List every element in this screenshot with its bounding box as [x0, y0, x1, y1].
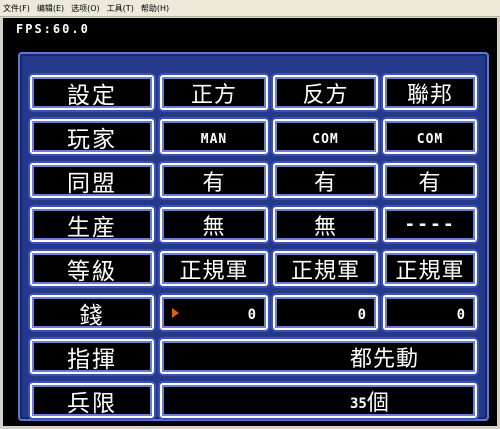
- troop-limit-value[interactable]: 35 個: [160, 383, 477, 418]
- level-value-side-b[interactable]: 正規軍: [273, 251, 378, 286]
- level-value-federation[interactable]: 正規軍: [383, 251, 477, 286]
- production-value-side-a[interactable]: 無: [160, 207, 268, 242]
- menu-bar: 文件(F) 编辑(E) 选项(O) 工具(T) 帮助(H): [0, 0, 500, 17]
- row-label-alliance: 同盟: [30, 163, 154, 198]
- emulator-window: 文件(F) 编辑(E) 选项(O) 工具(T) 帮助(H) FPS:60.0 設…: [0, 0, 500, 429]
- alliance-value-side-b[interactable]: 有: [273, 163, 378, 198]
- money-value-federation[interactable]: 0: [383, 295, 477, 330]
- menu-help[interactable]: 帮助(H): [141, 3, 169, 14]
- player-value-side-a[interactable]: MAN: [160, 119, 268, 154]
- alliance-value-side-a[interactable]: 有: [160, 163, 268, 198]
- level-value-side-a[interactable]: 正規軍: [160, 251, 268, 286]
- player-value-federation[interactable]: COM: [383, 119, 477, 154]
- money-value-side-a[interactable]: 0: [160, 295, 268, 330]
- menu-edit[interactable]: 编辑(E): [37, 3, 64, 14]
- alliance-value-federation[interactable]: 有: [383, 163, 477, 198]
- troop-limit-number: 35: [350, 395, 367, 412]
- row-label-level: 等級: [30, 251, 154, 286]
- player-value-side-b[interactable]: COM: [273, 119, 378, 154]
- menu-file[interactable]: 文件(F): [3, 3, 30, 14]
- command-value[interactable]: 都先動: [160, 339, 477, 374]
- row-label-troop-limit: 兵限: [30, 383, 154, 418]
- money-value-side-b[interactable]: 0: [273, 295, 378, 330]
- fps-counter: FPS:60.0: [16, 22, 90, 36]
- col-header-federation: 聯邦: [383, 75, 477, 110]
- row-label-production: 生産: [30, 207, 154, 242]
- money-amount: 0: [247, 306, 256, 323]
- row-label-player: 玩家: [30, 119, 154, 154]
- settings-panel: 設定 正方 反方 聯邦 玩家 MAN COM COM 同盟 有 有 有 生産 無…: [18, 52, 489, 421]
- col-header-side-a: 正方: [160, 75, 268, 110]
- selection-cursor-icon: [172, 307, 179, 318]
- game-screen[interactable]: FPS:60.0 設定 正方 反方 聯邦 玩家 MAN COM COM 同盟 有…: [3, 18, 497, 426]
- troop-limit-unit: 個: [366, 390, 390, 416]
- menu-options[interactable]: 选项(O): [71, 3, 100, 14]
- menu-tools[interactable]: 工具(T): [107, 3, 134, 14]
- row-label-money: 錢: [30, 295, 154, 330]
- production-value-federation[interactable]: ----: [383, 207, 477, 242]
- row-label-command: 指揮: [30, 339, 154, 374]
- production-value-side-b[interactable]: 無: [273, 207, 378, 242]
- col-header-side-b: 反方: [273, 75, 378, 110]
- header-label: 設定: [30, 75, 154, 110]
